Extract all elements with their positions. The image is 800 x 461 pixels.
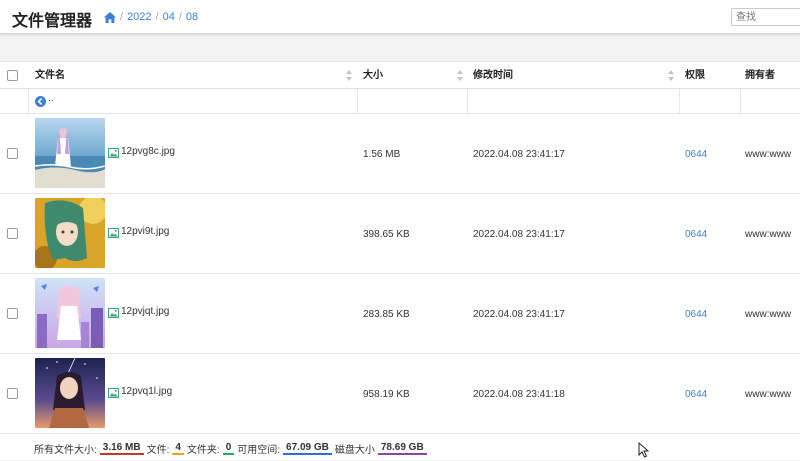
file-owner: www:www	[745, 309, 792, 320]
file-size: 283.85 KB	[363, 309, 410, 320]
table-row[interactable]: 12pvg8c.jpg 1.56 MB 2022.04.08 23:41:17 …	[0, 114, 800, 194]
row-checkbox[interactable]	[7, 308, 18, 319]
file-permissions-link[interactable]: 0644	[685, 309, 707, 320]
breadcrumb-year[interactable]: 2022	[127, 11, 151, 23]
image-thumbnail[interactable]	[35, 358, 105, 428]
image-thumbnail[interactable]	[35, 278, 105, 348]
file-table: 文件名 大小 修改时间 权限 拥有者 .. 12pvg8c.jpg 1.56 M…	[0, 61, 800, 460]
image-thumbnail[interactable]	[35, 118, 105, 188]
parent-directory-row[interactable]: ..	[0, 89, 800, 114]
free-space-value: 67.09 GB	[283, 442, 332, 455]
file-permissions-link[interactable]: 0644	[685, 149, 707, 160]
image-file-icon	[108, 308, 119, 318]
breadcrumb: / 2022 / 04 / 08	[104, 11, 198, 23]
file-name-link[interactable]: 12pvjqt.jpg	[121, 306, 169, 317]
sort-icon[interactable]	[346, 70, 352, 81]
top-header: 文件管理器 / 2022 / 04 / 08	[0, 0, 800, 34]
file-owner: www:www	[745, 389, 792, 400]
total-size-label: 所有文件大小:	[34, 444, 97, 456]
total-size-value: 3.16 MB	[99, 442, 144, 455]
file-modified: 2022.04.08 23:41:17	[473, 149, 565, 160]
files-count-value: 4	[172, 442, 184, 455]
breadcrumb-day[interactable]: 08	[186, 11, 198, 23]
row-checkbox[interactable]	[7, 388, 18, 399]
disk-size-value: 78.69 GB	[377, 442, 427, 455]
free-space-label: 可用空间:	[237, 444, 281, 456]
home-icon[interactable]	[104, 11, 116, 23]
file-name-link[interactable]: 12pvq1l.jpg	[121, 386, 172, 397]
file-permissions-link[interactable]: 0644	[685, 229, 707, 240]
file-size: 398.65 KB	[363, 229, 410, 240]
breadcrumb-separator: /	[178, 11, 182, 23]
table-header: 文件名 大小 修改时间 权限 拥有者	[0, 62, 800, 89]
file-permissions-link[interactable]: 0644	[685, 389, 707, 400]
file-name-link[interactable]: 12pvi9t.jpg	[121, 226, 169, 237]
header-name[interactable]: 文件名	[35, 62, 65, 89]
image-thumbnail[interactable]	[35, 198, 105, 268]
image-file-icon	[108, 388, 119, 398]
header-modified[interactable]: 修改时间	[473, 62, 513, 89]
back-arrow-icon[interactable]	[35, 96, 46, 107]
file-owner: www:www	[745, 149, 792, 160]
table-row[interactable]: 12pvi9t.jpg 398.65 KB 2022.04.08 23:41:1…	[0, 194, 800, 274]
select-all-checkbox[interactable]	[7, 70, 18, 81]
files-label: 文件:	[146, 444, 170, 456]
file-name-link[interactable]: 12pvg8c.jpg	[121, 146, 175, 157]
file-modified: 2022.04.08 23:41:17	[473, 229, 565, 240]
app-title: 文件管理器	[12, 13, 93, 30]
mouse-cursor-icon	[638, 442, 650, 458]
breadcrumb-separator: /	[120, 11, 124, 23]
disk-size-label: 磁盘大小	[334, 444, 375, 456]
sort-icon[interactable]	[668, 70, 674, 81]
search-input[interactable]	[731, 8, 800, 26]
header-permissions: 权限	[685, 70, 705, 81]
sort-icon[interactable]	[457, 70, 463, 81]
table-row[interactable]: 12pvq1l.jpg 958.19 KB 2022.04.08 23:41:1…	[0, 354, 800, 434]
folders-count-value: 0	[222, 442, 235, 455]
folders-label: 文件夹:	[186, 444, 220, 456]
file-size: 1.56 MB	[363, 149, 401, 160]
table-row[interactable]: 12pvjqt.jpg 283.85 KB 2022.04.08 23:41:1…	[0, 274, 800, 354]
image-file-icon	[108, 148, 119, 158]
image-file-icon	[108, 228, 119, 238]
breadcrumb-separator: /	[155, 11, 159, 23]
file-modified: 2022.04.08 23:41:17	[473, 309, 565, 320]
file-modified: 2022.04.08 23:41:18	[473, 389, 565, 400]
breadcrumb-month[interactable]: 04	[163, 11, 175, 23]
row-checkbox[interactable]	[7, 228, 18, 239]
storage-summary: 所有文件大小: 3.16 MB 文件: 4 文件夹: 0 可用空间: 67.09…	[0, 435, 800, 461]
header-owner: 拥有者	[745, 70, 775, 81]
header-size[interactable]: 大小	[363, 62, 383, 89]
parent-directory-link[interactable]: ..	[48, 93, 54, 104]
file-size: 958.19 KB	[363, 389, 410, 400]
row-checkbox[interactable]	[7, 148, 18, 159]
file-owner: www:www	[745, 229, 792, 240]
